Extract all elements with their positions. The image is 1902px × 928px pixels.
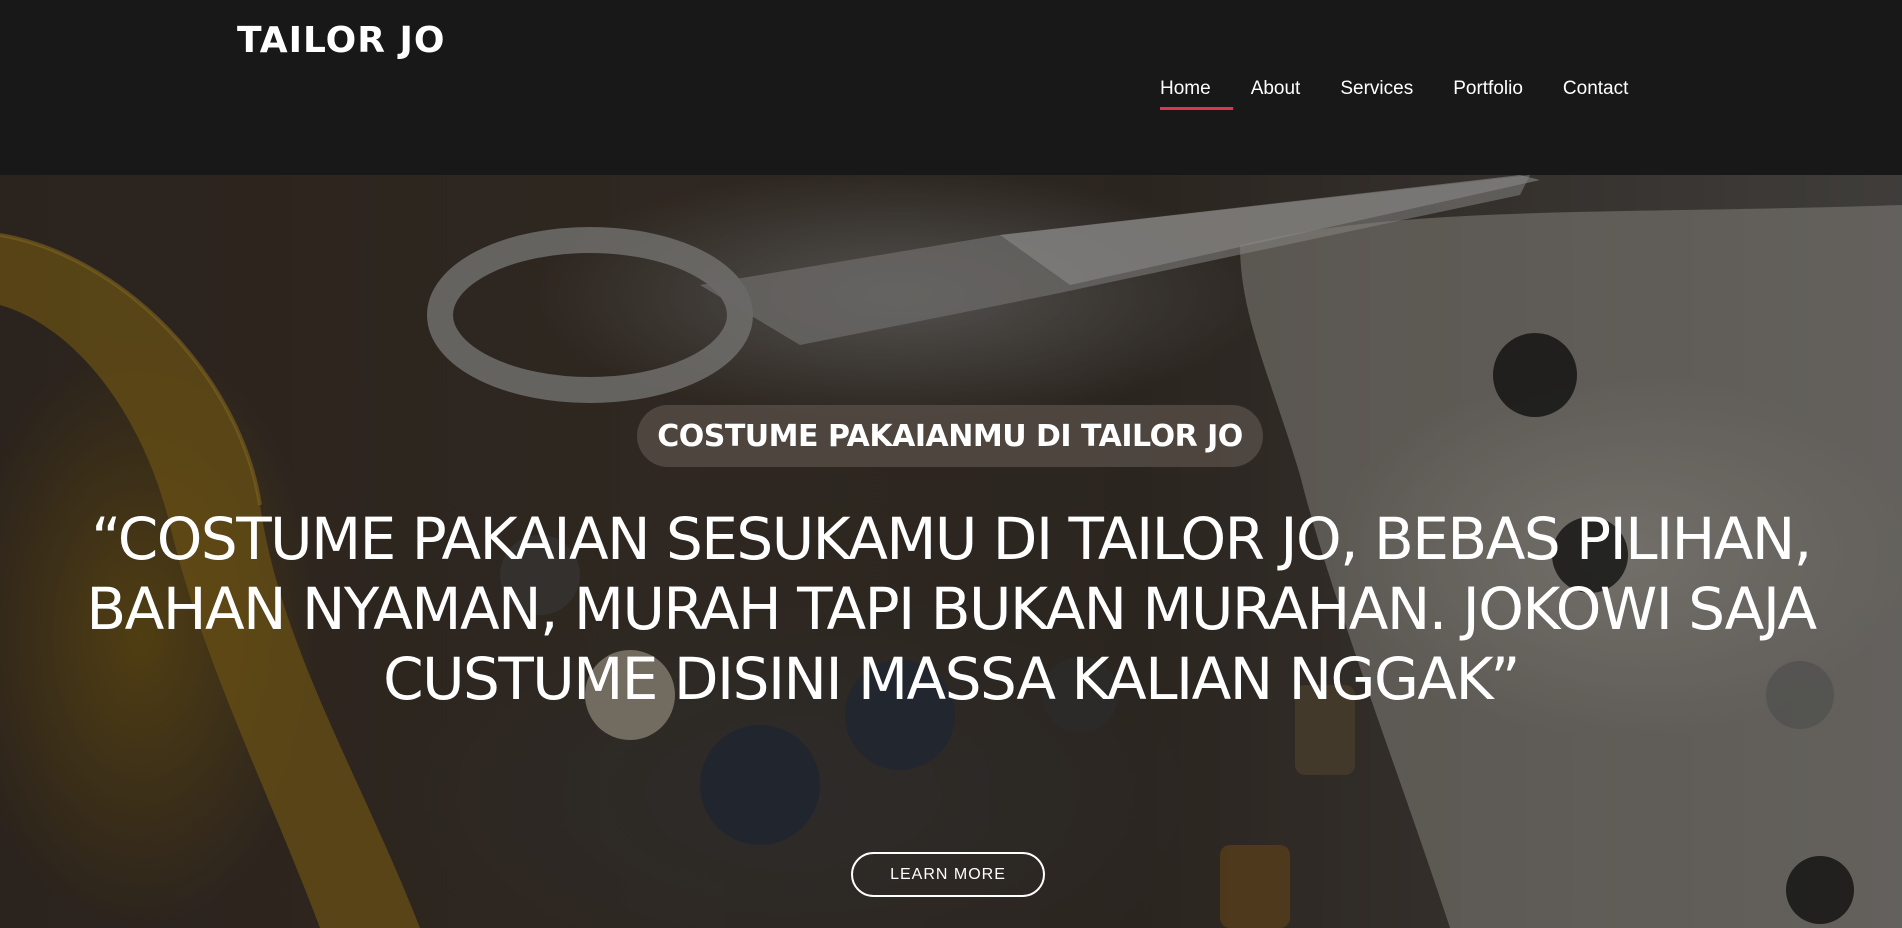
nav-about-label: About: [1250, 78, 1301, 99]
nav-portfolio[interactable]: Portfolio: [1453, 72, 1523, 106]
nav-about[interactable]: About: [1251, 72, 1301, 106]
quote-line-2: BAHAN NYAMAN, MURAH TAPI BUKAN MURAHAN. …: [86, 575, 1817, 643]
main-nav: Home About Services Portfolio Contact: [1160, 72, 1668, 110]
nav-contact[interactable]: Contact: [1563, 72, 1628, 106]
nav-services-label: Services: [1340, 78, 1414, 99]
learn-more-button[interactable]: LEARN MORE: [851, 852, 1045, 897]
hero-quote: “COSTUME PAKAIAN SESUKAMU DI TAILOR JO, …: [0, 504, 1902, 714]
site-logo[interactable]: TAILOR JO: [237, 20, 446, 61]
quote-line-1: “COSTUME PAKAIAN SESUKAMU DI TAILOR JO, …: [91, 505, 1812, 573]
nav-services[interactable]: Services: [1340, 72, 1413, 106]
nav-home[interactable]: Home: [1149, 72, 1233, 110]
quote-line-3: CUSTUME DISINI MASSA KALIAN NGGAK”: [383, 645, 1520, 713]
hero-badge: COSTUME PAKAIANMU DI TAILOR JO: [637, 405, 1263, 467]
top-navbar: TAILOR JO Home About Services Portfolio …: [0, 0, 1902, 175]
nav-portfolio-label: Portfolio: [1453, 78, 1523, 99]
hero-section: COSTUME PAKAIANMU DI TAILOR JO “COSTUME …: [0, 175, 1902, 928]
active-nav-underline: [1160, 107, 1233, 110]
nav-contact-label: Contact: [1562, 78, 1629, 99]
nav-home-label: Home: [1160, 78, 1211, 99]
